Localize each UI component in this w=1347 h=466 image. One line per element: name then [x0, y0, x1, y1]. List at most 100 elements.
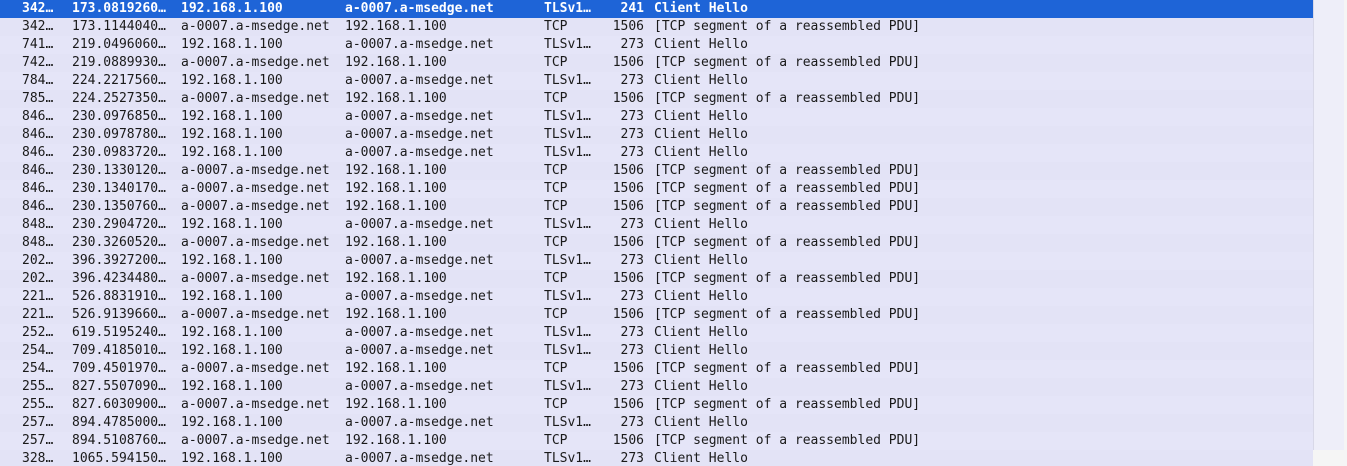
packet-time: 619.5195240… [72, 325, 166, 340]
packet-info: Client Hello [654, 289, 748, 304]
packet-time: 894.5108760… [72, 433, 166, 448]
packet-info: Client Hello [654, 325, 748, 340]
scrollbar-track[interactable] [1313, 0, 1344, 450]
packet-row[interactable]: 846… 230.0976850… 192.168.1.100 a-0007.a-ms… [0, 108, 1313, 126]
packet-row[interactable]: 846… 230.0978780… 192.168.1.100 a-0007.a-ms… [0, 126, 1313, 144]
packet-source: a-0007.a-msedge.net [181, 199, 330, 214]
packet-row[interactable]: 257… 894.4785000… 192.168.1.100 a-0007.a-ms… [0, 414, 1313, 432]
packet-time: 827.5507090… [72, 379, 166, 394]
packet-destination: a-0007.a-msedge.net [345, 217, 494, 232]
packet-row[interactable]: 221… 526.9139660… a-0007.a-msedge.net 192.1… [0, 306, 1313, 324]
packet-length: 273 [620, 253, 644, 268]
packet-protocol: TCP [544, 163, 568, 178]
packet-row[interactable]: 784… 224.2217560… 192.168.1.100 a-0007.a-ms… [0, 72, 1313, 90]
packet-length: 273 [620, 343, 644, 358]
packet-destination: 192.168.1.100 [345, 199, 447, 214]
packet-time: 1065.594150… [72, 451, 166, 466]
packet-number: 257… [22, 433, 54, 448]
packet-row[interactable]: 257… 894.5108760… a-0007.a-msedge.net 192.1… [0, 432, 1313, 450]
packet-length: 1506 [612, 235, 644, 250]
packet-length: 1506 [612, 307, 644, 322]
packet-number: 255… [22, 397, 54, 412]
packet-info: [TCP segment of a reassembled PDU] [654, 235, 921, 250]
packet-row[interactable]: 255… 827.5507090… 192.168.1.100 a-0007.a-ms… [0, 378, 1313, 396]
packet-number: 785… [22, 91, 54, 106]
packet-info: Client Hello [654, 379, 748, 394]
packet-list[interactable]: 342… 173.0819260… 192.168.1.100 a-0007.a-ms… [0, 0, 1313, 466]
packet-protocol: TLSv1… [544, 1, 591, 16]
packet-number: 846… [22, 199, 54, 214]
packet-number: 257… [22, 415, 54, 430]
packet-destination: 192.168.1.100 [345, 91, 447, 106]
packet-length: 1506 [612, 91, 644, 106]
packet-info: Client Hello [654, 37, 748, 52]
packet-length: 273 [620, 127, 644, 142]
packet-time: 219.0496060… [72, 37, 166, 52]
packet-protocol: TLSv1… [544, 415, 591, 430]
packet-destination: a-0007.a-msedge.net [345, 343, 494, 358]
packet-destination: a-0007.a-msedge.net [345, 325, 494, 340]
vertical-scrollbar[interactable] [1313, 0, 1347, 466]
packet-length: 273 [620, 145, 644, 160]
packet-number: 741… [22, 37, 54, 52]
packet-protocol: TLSv1… [544, 451, 591, 466]
packet-info: Client Hello [654, 145, 748, 160]
packet-number: 221… [22, 307, 54, 322]
packet-row[interactable]: 255… 827.6030900… a-0007.a-msedge.net 192.1… [0, 396, 1313, 414]
packet-row[interactable]: 252… 619.5195240… 192.168.1.100 a-0007.a-ms… [0, 324, 1313, 342]
packet-row[interactable]: 254… 709.4185010… 192.168.1.100 a-0007.a-ms… [0, 342, 1313, 360]
packet-row-selected[interactable]: 342… 173.0819260… 192.168.1.100 a-0007.a-ms… [0, 0, 1313, 18]
packet-row[interactable]: 846… 230.0983720… 192.168.1.100 a-0007.a-ms… [0, 144, 1313, 162]
packet-row[interactable]: 785… 224.2527350… a-0007.a-msedge.net 192.1… [0, 90, 1313, 108]
packet-row[interactable]: 846… 230.1350760… a-0007.a-msedge.net 192.1… [0, 198, 1313, 216]
packet-number: 846… [22, 145, 54, 160]
packet-destination: a-0007.a-msedge.net [345, 253, 494, 268]
packet-row[interactable]: 848… 230.3260520… a-0007.a-msedge.net 192.1… [0, 234, 1313, 252]
packet-source: a-0007.a-msedge.net [181, 163, 330, 178]
packet-destination: a-0007.a-msedge.net [345, 145, 494, 160]
packet-number: 846… [22, 127, 54, 142]
packet-row[interactable]: 741… 219.0496060… 192.168.1.100 a-0007.a-ms… [0, 36, 1313, 54]
packet-protocol: TLSv1… [544, 343, 591, 358]
packet-time: 230.1350760… [72, 199, 166, 214]
packet-row[interactable]: 328… 1065.594150… 192.168.1.100 a-0007.a-ms… [0, 450, 1313, 466]
packet-info: [TCP segment of a reassembled PDU] [654, 19, 921, 34]
packet-number: 202… [22, 253, 54, 268]
packet-row[interactable]: 742… 219.0889930… a-0007.a-msedge.net 192.1… [0, 54, 1313, 72]
packet-source: a-0007.a-msedge.net [181, 433, 330, 448]
packet-number: 328… [22, 451, 54, 466]
packet-destination: 192.168.1.100 [345, 163, 447, 178]
packet-info: [TCP segment of a reassembled PDU] [654, 199, 921, 214]
packet-protocol: TLSv1… [544, 325, 591, 340]
packet-row[interactable]: 202… 396.4234480… a-0007.a-msedge.net 192.1… [0, 270, 1313, 288]
packet-length: 1506 [612, 397, 644, 412]
packet-number: 848… [22, 235, 54, 250]
packet-number: 255… [22, 379, 54, 394]
packet-destination: 192.168.1.100 [345, 271, 447, 286]
packet-time: 173.0819260… [72, 1, 166, 16]
packet-time: 827.6030900… [72, 397, 166, 412]
packet-source: a-0007.a-msedge.net [181, 181, 330, 196]
packet-length: 273 [620, 415, 644, 430]
packet-source: 192.168.1.100 [181, 217, 283, 232]
packet-row[interactable]: 846… 230.1330120… a-0007.a-msedge.net 192.1… [0, 162, 1313, 180]
packet-row[interactable]: 254… 709.4501970… a-0007.a-msedge.net 192.1… [0, 360, 1313, 378]
packet-row[interactable]: 342… 173.1144040… a-0007.a-msedge.net 192.1… [0, 18, 1313, 36]
packet-time: 709.4185010… [72, 343, 166, 358]
packet-info: [TCP segment of a reassembled PDU] [654, 397, 921, 412]
packet-number: 846… [22, 109, 54, 124]
packet-time: 396.4234480… [72, 271, 166, 286]
packet-row[interactable]: 202… 396.3927200… 192.168.1.100 a-0007.a-ms… [0, 252, 1313, 270]
packet-source: 192.168.1.100 [181, 253, 283, 268]
packet-time: 526.8831910… [72, 289, 166, 304]
packet-info: [TCP segment of a reassembled PDU] [654, 55, 921, 70]
packet-number: 221… [22, 289, 54, 304]
packet-row[interactable]: 846… 230.1340170… a-0007.a-msedge.net 192.1… [0, 180, 1313, 198]
packet-row[interactable]: 221… 526.8831910… 192.168.1.100 a-0007.a-ms… [0, 288, 1313, 306]
packet-info: Client Hello [654, 127, 748, 142]
packet-info: [TCP segment of a reassembled PDU] [654, 163, 921, 178]
packet-row[interactable]: 848… 230.2904720… 192.168.1.100 a-0007.a-ms… [0, 216, 1313, 234]
packet-info: [TCP segment of a reassembled PDU] [654, 181, 921, 196]
packet-source: a-0007.a-msedge.net [181, 55, 330, 70]
packet-protocol: TCP [544, 433, 568, 448]
